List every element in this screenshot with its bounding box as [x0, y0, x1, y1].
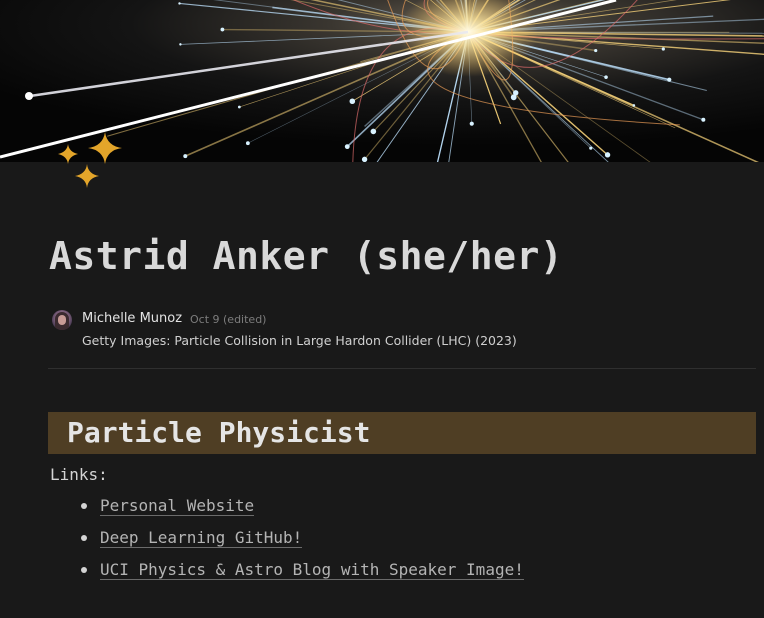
particle-dot — [661, 47, 665, 51]
particle-dot — [632, 104, 636, 107]
comment-author[interactable]: Michelle Munoz — [82, 311, 182, 326]
list-item: Deep Learning GitHub! — [50, 524, 524, 556]
particle-dot — [513, 90, 519, 96]
particle-dot — [604, 152, 611, 158]
particle-dot — [604, 75, 608, 79]
personal-website-link[interactable]: Personal Website — [100, 496, 255, 516]
beam-point — [25, 92, 33, 100]
particle-dot — [594, 48, 598, 53]
particle-dot — [220, 27, 225, 32]
particle-dot — [361, 156, 368, 162]
comment-timestamp[interactable]: Oct 9 (edited) — [190, 313, 266, 326]
sparkles-icon[interactable] — [52, 126, 128, 192]
links-label[interactable]: Links: — [50, 465, 108, 484]
particle-dot — [349, 98, 356, 105]
links-list: Personal Website Deep Learning GitHub! U… — [50, 492, 524, 588]
comment-text: Getty Images: Particle Collision in Larg… — [82, 333, 517, 348]
particle-dot — [344, 144, 350, 150]
divider — [48, 368, 756, 369]
particle-dot — [370, 128, 377, 135]
section-heading-block[interactable]: Particle Physicist — [48, 412, 756, 454]
particle-dot — [245, 141, 250, 146]
page-title[interactable]: Astrid Anker (she/her) — [49, 234, 563, 278]
particle-dot — [589, 146, 593, 150]
particle-dot — [237, 105, 241, 109]
list-item: UCI Physics & Astro Blog with Speaker Im… — [50, 556, 524, 588]
list-item: Personal Website — [50, 492, 524, 524]
bullet — [81, 535, 87, 541]
notion-page: Astrid Anker (she/her) Michelle Munoz Oc… — [0, 0, 764, 618]
particle-dot — [469, 121, 474, 126]
bullet — [81, 503, 87, 509]
particle-dot — [701, 117, 706, 122]
particle-dot — [178, 2, 181, 5]
bullet — [81, 567, 87, 573]
particle-dot — [183, 154, 188, 159]
avatar[interactable] — [52, 310, 72, 330]
particle-dot — [179, 43, 182, 46]
section-heading[interactable]: Particle Physicist — [67, 416, 370, 449]
github-link[interactable]: Deep Learning GitHub! — [100, 528, 303, 548]
uci-blog-link[interactable]: UCI Physics & Astro Blog with Speaker Im… — [100, 560, 524, 580]
particle-dot — [667, 77, 672, 82]
